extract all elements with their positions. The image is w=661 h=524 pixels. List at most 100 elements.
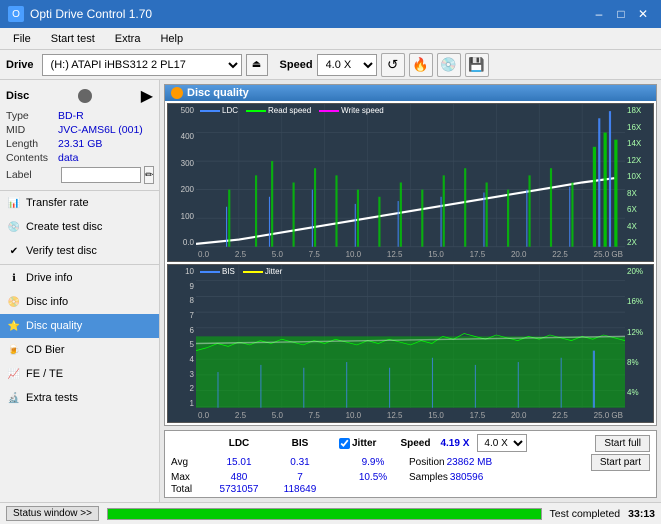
menu-help[interactable]: Help (151, 30, 192, 48)
disc-label-key: Label (6, 169, 58, 181)
drive-info-icon: ℹ (7, 271, 21, 285)
disc-quality-icon: ⭐ (7, 319, 21, 333)
titlebar-controls: – □ ✕ (589, 5, 653, 23)
ldc-y-axis-left: 500 400 300 200 100 0.0 (168, 104, 196, 261)
menubar: File Start test Extra Help (0, 28, 661, 50)
nav-item-create-test-disc[interactable]: 💿 Create test disc (0, 215, 159, 239)
bis-legend-label: BIS (222, 267, 235, 276)
ldc-legend-write: Write speed (319, 106, 384, 115)
eject-button[interactable]: ⏏ (246, 54, 268, 76)
ldc-chart-main: LDC Read speed Write speed (196, 104, 625, 261)
nav-label-cd-bier: CD Bier (26, 344, 65, 356)
disc-header: Disc ▶ (6, 86, 153, 106)
menu-extra[interactable]: Extra (106, 30, 150, 48)
nav-label-disc-quality: Disc quality (26, 320, 82, 332)
disc-type-row: Type BD-R (6, 110, 153, 122)
avg-ldc-val: 15.01 (205, 457, 273, 468)
total-bis-val: 118649 (275, 484, 325, 495)
ldc-chart-svg (196, 104, 625, 261)
minimize-button[interactable]: – (589, 5, 609, 23)
total-ldc-val: 5731057 (205, 484, 273, 495)
jitter-label: Jitter (352, 438, 376, 449)
nav-item-disc-quality[interactable]: ⭐ Disc quality (0, 314, 159, 338)
position-val: 23862 MB (447, 457, 493, 468)
bis-chart-main: BIS Jitter (196, 265, 625, 422)
disc-mid-row: MID JVC-AMS6L (001) (6, 124, 153, 136)
ldc-legend-color (200, 110, 220, 112)
app-icon: O (8, 6, 24, 22)
position-label: Position (409, 457, 445, 468)
start-part-button[interactable]: Start part (591, 454, 650, 471)
speed-select[interactable]: 4.0 X (317, 54, 377, 76)
jitter-legend-color (243, 271, 263, 273)
ldc-legend-label: LDC (222, 106, 238, 115)
bis-chart: 10 9 8 7 6 5 4 3 2 1 (167, 264, 654, 423)
content-area: Disc quality 500 400 300 200 100 0.0 (160, 80, 661, 502)
write-legend-color (319, 110, 339, 112)
nav-item-fe-te[interactable]: 📈 FE / TE (0, 362, 159, 386)
transfer-rate-icon: 📊 (7, 196, 21, 210)
label-edit-button[interactable]: ✏ (144, 166, 154, 184)
read-legend-label: Read speed (268, 106, 311, 115)
menu-start-test[interactable]: Start test (42, 30, 104, 48)
write-legend-label: Write speed (341, 106, 384, 115)
disc-length-key: Length (6, 138, 58, 150)
disc-button[interactable]: 💿 (437, 53, 461, 77)
nav-item-extra-tests[interactable]: 🔬 Extra tests (0, 386, 159, 410)
speed-label: Speed (280, 59, 313, 71)
status-bar: Status window >> Test completed 33:13 (0, 502, 661, 524)
nav-item-cd-bier[interactable]: 🍺 CD Bier (0, 338, 159, 362)
save-button[interactable]: 💾 (465, 53, 489, 77)
nav-label-drive-info: Drive info (26, 272, 72, 284)
titlebar-title: Opti Drive Control 1.70 (30, 7, 152, 21)
nav-item-verify-test-disc[interactable]: ✔ Verify test disc (0, 239, 159, 263)
nav-label-verify-test-disc: Verify test disc (26, 245, 97, 257)
bottom-stats: LDC BIS Jitter Speed 4.19 X 4.0 X Start … (164, 430, 657, 498)
nav-item-transfer-rate[interactable]: 📊 Transfer rate (0, 191, 159, 215)
max-label: Max (171, 472, 203, 483)
disc-mid-val: JVC-AMS6L (001) (58, 124, 143, 136)
drive-toolbar: Drive (H:) ATAPI iHBS312 2 PL17 ⏏ Speed … (0, 50, 661, 80)
nav-label-transfer-rate: Transfer rate (26, 197, 89, 209)
ldc-legend-ldc: LDC (200, 106, 238, 115)
extra-tests-icon: 🔬 (7, 391, 21, 405)
label-input[interactable] (61, 167, 141, 183)
create-test-disc-icon: 💿 (7, 220, 21, 234)
avg-row: Avg 15.01 0.31 9.9% Position 23862 MB St… (171, 454, 650, 471)
chart-panel: Disc quality 500 400 300 200 100 0.0 (164, 84, 657, 426)
drive-select[interactable]: (H:) ATAPI iHBS312 2 PL17 (42, 54, 242, 76)
cd-bier-icon: 🍺 (7, 343, 21, 357)
disc-contents-row: Contents data (6, 152, 153, 164)
stats-ldc-header: LDC (205, 438, 273, 449)
chart-title-bar: Disc quality (165, 85, 656, 101)
refresh-button[interactable]: ↺ (381, 53, 405, 77)
bis-legend-jitter: Jitter (243, 267, 282, 276)
avg-speed-val: 4.19 X (440, 438, 469, 449)
fe-te-icon: 📈 (7, 367, 21, 381)
menu-file[interactable]: File (4, 30, 40, 48)
status-window-button[interactable]: Status window >> (6, 506, 99, 521)
speed-select-stats[interactable]: 4.0 X (477, 434, 527, 452)
maximize-button[interactable]: □ (611, 5, 631, 23)
nav-item-drive-info[interactable]: ℹ Drive info (0, 266, 159, 290)
jitter-checkbox-group: Jitter (339, 438, 376, 449)
disc-contents-key: Contents (6, 152, 58, 164)
close-button[interactable]: ✕ (633, 5, 653, 23)
drive-label: Drive (6, 59, 34, 71)
speed-stats-label: Speed (400, 438, 430, 449)
disc-image-icon[interactable]: ▶ (141, 86, 153, 106)
jitter-checkbox[interactable] (339, 438, 350, 449)
avg-bis-val: 0.31 (275, 457, 325, 468)
avg-jitter-val: 9.9% (339, 457, 407, 468)
nav-label-disc-info: Disc info (26, 296, 68, 308)
nav-item-disc-info[interactable]: 📀 Disc info (0, 290, 159, 314)
nav-label-fe-te: FE / TE (26, 368, 63, 380)
bis-chart-svg (196, 265, 625, 422)
status-text: Test completed (550, 508, 621, 520)
nav-divider-1 (0, 264, 159, 265)
disc-info-icon: 📀 (7, 295, 21, 309)
start-full-button[interactable]: Start full (595, 435, 650, 452)
burn-button[interactable]: 🔥 (409, 53, 433, 77)
ldc-chart: 500 400 300 200 100 0.0 LDC (167, 103, 654, 262)
label-row: Label ✏ (6, 166, 153, 184)
